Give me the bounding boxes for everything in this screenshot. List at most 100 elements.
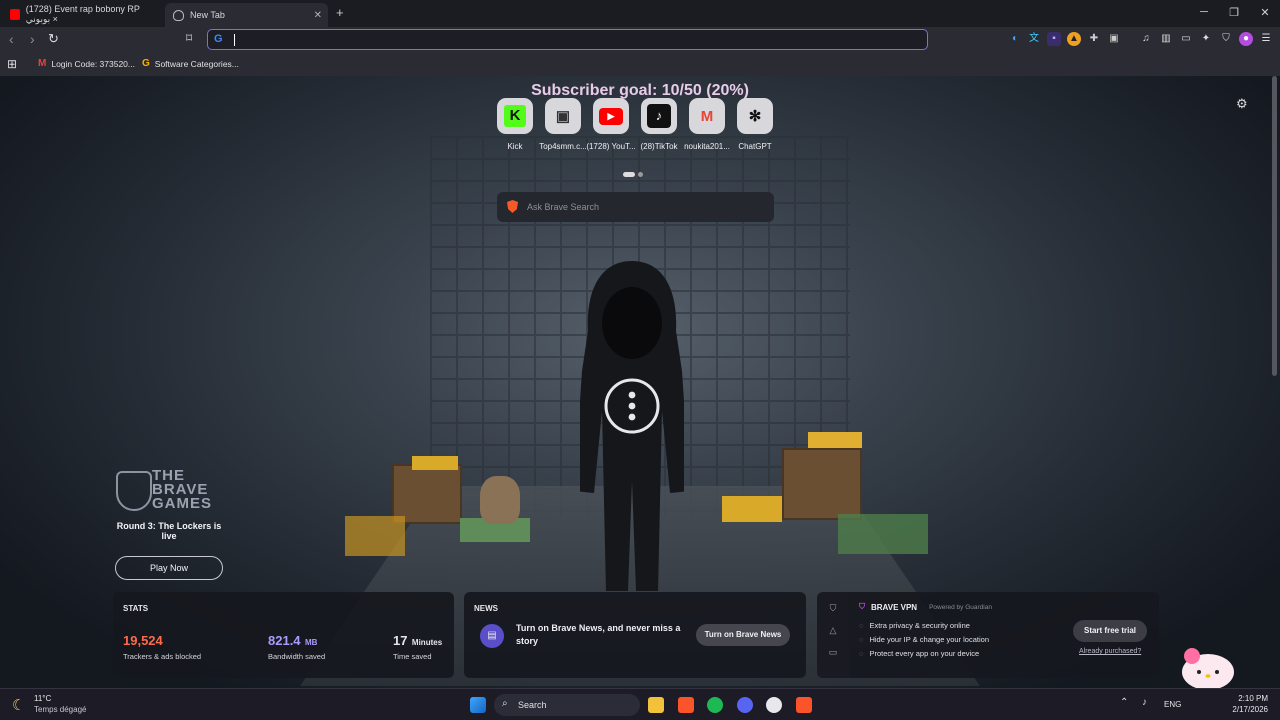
top-site-top4smm[interactable]: ▣ Top4smm.c... [539, 98, 587, 151]
vpn-feature: ◌ Protect every app on your device [859, 649, 980, 658]
card-icon[interactable]: ▭ [817, 647, 849, 658]
taskbar-search[interactable]: ⌕ Search [494, 694, 640, 716]
stats-card: STATS 19,524 Trackers & ads blocked 821.… [113, 592, 454, 678]
pager-dot-active[interactable] [623, 172, 635, 177]
apps-grid-icon[interactable]: ⊞ [7, 57, 17, 71]
windows-start-icon[interactable] [470, 697, 486, 713]
file-explorer-icon[interactable] [648, 697, 664, 713]
stat-bandwidth: 821.4 MB Bandwidth saved [268, 633, 326, 661]
crate-right [782, 448, 862, 520]
tray-chevron-icon[interactable]: ⌃ [1120, 697, 1128, 708]
hooded-character [580, 261, 684, 591]
windows-taskbar: ☾ 11°C Temps dégagé ⌕ Search ⌃ ♪ ENG 2:1… [0, 688, 1280, 720]
turn-on-news-button[interactable]: Turn on Brave News [696, 624, 790, 646]
weather-desc[interactable]: Temps dégagé [34, 705, 86, 714]
brave-lion-icon [507, 200, 518, 213]
pager-dot[interactable] [638, 172, 643, 177]
bookmark-label: Login Code: 373520... [51, 58, 135, 69]
discord-icon[interactable] [737, 697, 753, 713]
hello-kitty-sticker [1182, 648, 1234, 688]
new-tab-button[interactable]: + [336, 5, 344, 20]
sidebar-icon[interactable]: ▥ [1159, 32, 1173, 46]
stat-time: 17 Minutes Time saved [393, 633, 443, 661]
brave-shield-icon [173, 9, 184, 21]
translate-extension-icon[interactable]: 文 [1027, 32, 1041, 46]
minimize-button[interactable]: ─ [1198, 6, 1210, 18]
brave-browser-icon[interactable] [678, 697, 694, 713]
bookmark-icon[interactable]: ⌑ [186, 31, 192, 45]
close-window-button[interactable]: ✕ [1259, 6, 1271, 19]
shield-icon[interactable]: ⛉ [1219, 32, 1233, 46]
brave-beta-icon[interactable] [796, 697, 812, 713]
shield-icon[interactable]: ⛉ [817, 603, 849, 614]
vpn-title: BRAVE VPN [871, 602, 918, 612]
screenshot-icon[interactable]: ▣ [1107, 32, 1121, 46]
moon-weather-icon: ☾ [12, 697, 26, 714]
music-icon[interactable]: ♫ [1139, 32, 1153, 46]
gmail-icon: M [38, 58, 47, 69]
toolbar: ‹ › ↻ ⌑ G ◖ 文 ▪ ▲ ✚ ▣ ♫ ▥ ▭ ✦ ⛉ ● ☰ [0, 27, 1280, 53]
scrollbar[interactable] [1272, 76, 1277, 376]
gold-bar [345, 516, 405, 556]
vpn-feature: ◌ Extra privacy & security online [859, 621, 970, 630]
top-site-kick[interactable]: K Kick [496, 98, 534, 151]
settings-gear-icon[interactable]: ⚙ [1236, 96, 1248, 112]
youtube-icon [10, 8, 20, 20]
language-indicator[interactable]: ENG [1164, 700, 1181, 709]
top-sites-pager[interactable] [623, 164, 646, 182]
tab-youtube[interactable]: (1728) Event rap bobony RP بوبوني × [4, 3, 158, 25]
leo-ai-icon[interactable]: ✦ [1199, 32, 1213, 46]
play-now-button[interactable]: Play Now [115, 556, 223, 580]
puzzle-icon[interactable]: ✚ [1087, 32, 1101, 46]
menu-icon[interactable]: ☰ [1259, 32, 1273, 46]
back-icon[interactable]: ‹ [9, 31, 14, 47]
kick-icon: K [497, 98, 533, 134]
search-icon: ⌕ [502, 698, 508, 709]
reload-icon[interactable]: ↻ [48, 31, 59, 47]
tab-new-tab[interactable]: New Tab ✕ [165, 3, 328, 27]
bat-rewards-icon[interactable]: ▲ [1067, 32, 1081, 46]
brave-search-box[interactable]: Ask Brave Search [497, 192, 774, 222]
tab-label: (1728) Event rap bobony RP بوبوني × [25, 3, 140, 24]
vpn-card: ⛉ △ ▭ ⛉ BRAVE VPN Powered by Guardian ◌ E… [817, 592, 1159, 678]
top-site-chatgpt[interactable]: ✻ ChatGPT [736, 98, 774, 151]
text-caret [234, 34, 235, 46]
wallet-icon[interactable]: ▭ [1179, 32, 1193, 46]
start-free-trial-button[interactable]: Start free trial [1073, 620, 1147, 642]
top-site-youtube[interactable]: ▶ (1728) YouT... [586, 98, 636, 151]
bookmark-item[interactable]: M Login Code: 373520... [38, 58, 135, 69]
stat-trackers: 19,524 Trackers & ads blocked [123, 633, 202, 661]
search-placeholder: Ask Brave Search [527, 202, 600, 212]
search-label: Search [518, 700, 547, 710]
forward-icon[interactable]: › [30, 31, 35, 47]
cash-stack [838, 514, 928, 554]
vpn-icon[interactable]: ● [1239, 32, 1253, 46]
top-site-tiktok[interactable]: ♪ (28)TikTok [640, 98, 678, 151]
top-site-gmail[interactable]: M noukita201... [684, 98, 730, 151]
already-purchased-link[interactable]: Already purchased? [1079, 648, 1141, 655]
brave-games-promo: THE BRAVE GAMES Round 3: The Lockers is … [112, 467, 226, 580]
extension-icon[interactable]: ▪ [1047, 32, 1061, 46]
vpn-side-tabs: ⛉ △ ▭ [817, 592, 849, 678]
chatgpt-app-icon[interactable] [766, 697, 782, 713]
top-site-label: ChatGPT [738, 142, 772, 151]
clock-time[interactable]: 2:10 PM [1230, 694, 1268, 703]
g2-icon: G [142, 58, 150, 69]
close-tab-icon[interactable]: ✕ [314, 10, 322, 21]
weather-temp[interactable]: 11°C [34, 694, 51, 703]
google-icon: G [214, 33, 223, 45]
brave-games-logo: THE BRAVE GAMES [152, 467, 213, 512]
address-bar[interactable]: G [207, 29, 928, 50]
clock-date[interactable]: 2/17/2026 [1222, 705, 1268, 714]
address-input[interactable] [234, 32, 914, 46]
new-tab-page: Subscriber goal: 10/50 (20%) K Kick ▣ To… [0, 76, 1280, 688]
bookmark-item[interactable]: G Software Categories... [142, 58, 239, 69]
sound-extension-icon[interactable]: ◖ [1007, 32, 1021, 46]
stats-title: STATS [123, 604, 149, 613]
microphone-icon[interactable]: ♪ [1142, 697, 1147, 708]
warning-icon[interactable]: △ [817, 625, 849, 636]
tab-label: New Tab [190, 10, 225, 20]
spotify-icon[interactable] [707, 697, 723, 713]
restore-button[interactable]: ❐ [1228, 6, 1240, 19]
gmail-icon: M [689, 98, 725, 134]
